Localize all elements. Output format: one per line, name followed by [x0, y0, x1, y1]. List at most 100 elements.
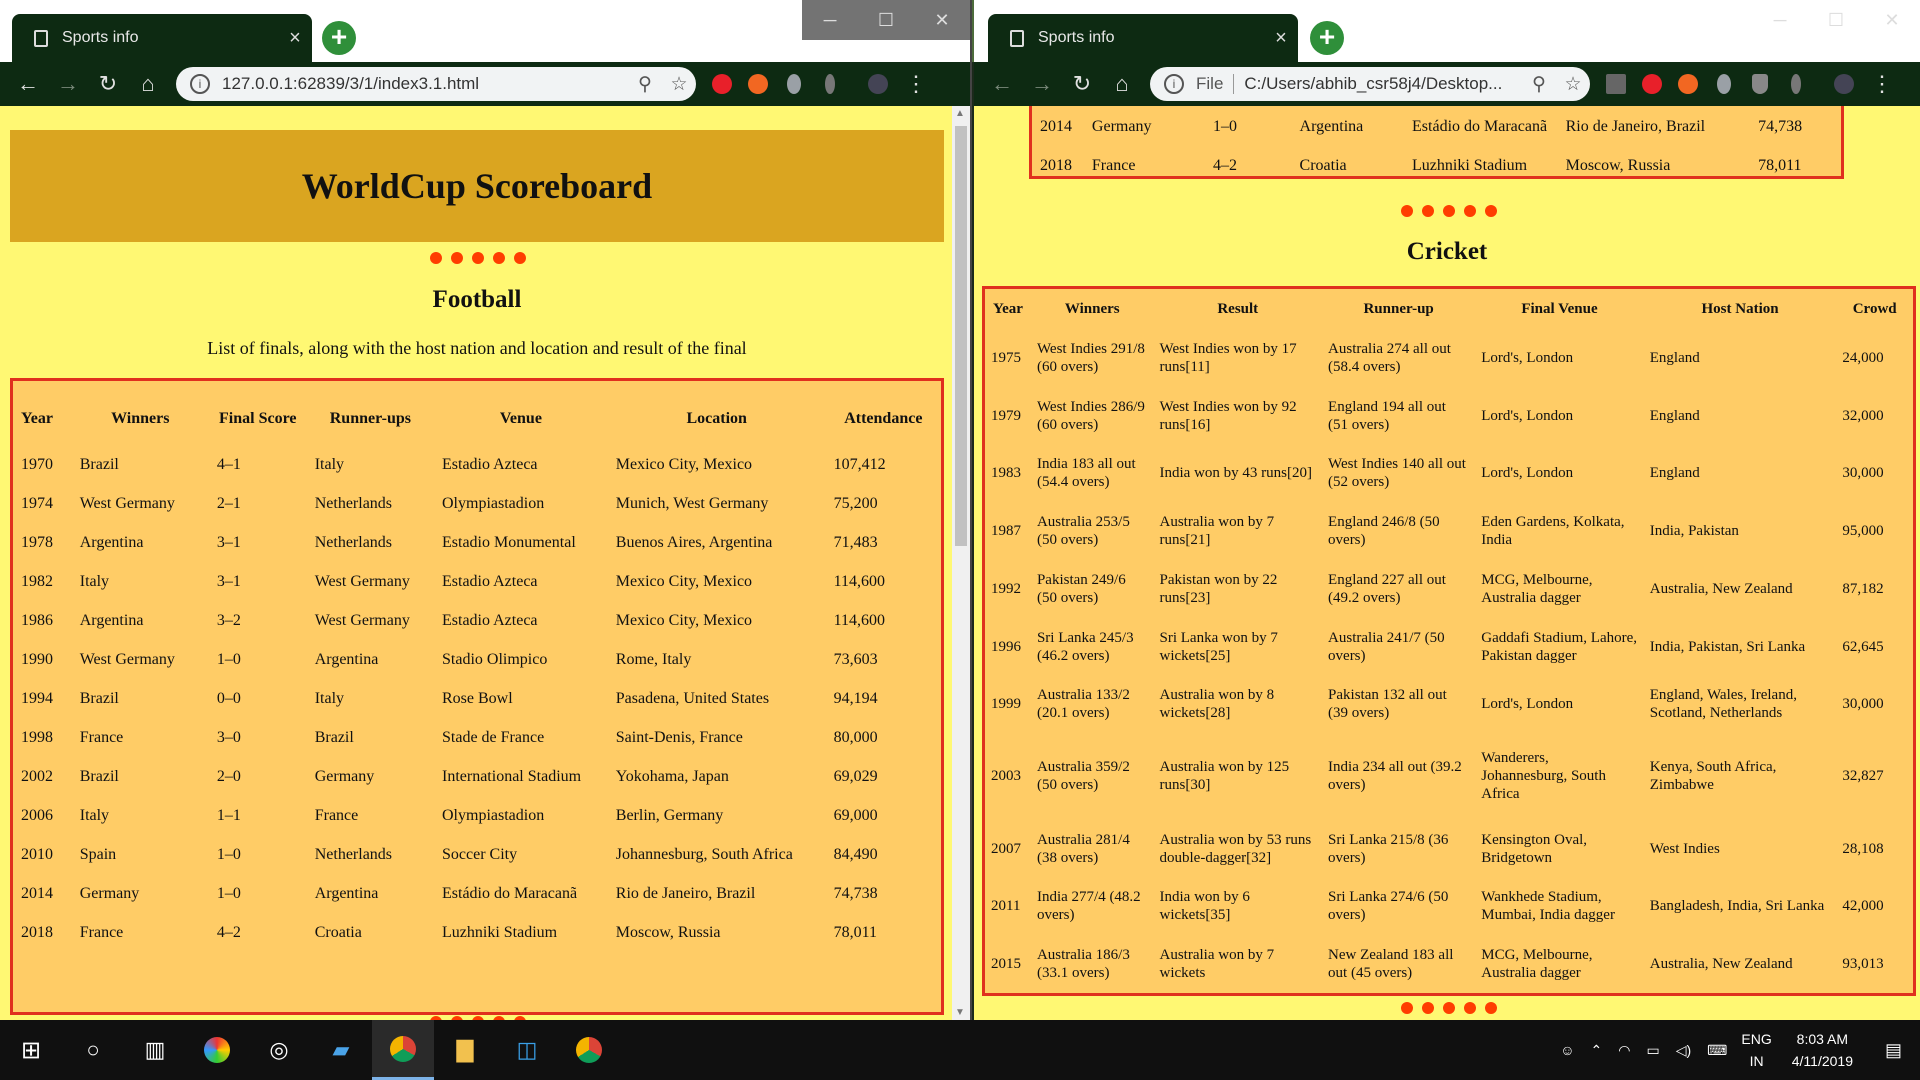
minimize-icon[interactable]: ─	[802, 0, 858, 40]
language-indicator[interactable]: ENG IN	[1735, 1028, 1777, 1072]
address-bar[interactable]: i 127.0.0.1:62839/3/1/index3.1.html ⚲ ☆	[176, 67, 696, 101]
profile-avatar-icon[interactable]	[1826, 72, 1862, 96]
app-icon[interactable]	[186, 1020, 248, 1080]
table-row: 2018 France 4–2 Croatia Luzhniki Stadium Mosc…	[13, 913, 941, 952]
zoom-icon[interactable]: ⚲	[1522, 73, 1556, 96]
browser-tab[interactable]: Sports info ×	[988, 14, 1298, 62]
table-cell: MCG, Melbourne, Australia dagger	[1481, 947, 1593, 982]
extension-icon[interactable]	[740, 72, 776, 96]
browser-tab[interactable]: Sports info ×	[12, 14, 312, 62]
column-header: Winners	[111, 410, 170, 427]
table-cell: 2014	[21, 884, 53, 902]
extension-icon[interactable]	[1778, 72, 1814, 96]
table-cell: 4–2	[216, 923, 241, 941]
wifi-icon[interactable]: ◠	[1610, 1042, 1638, 1059]
table-cell: Germany	[1091, 117, 1152, 135]
extension-icon[interactable]	[812, 72, 848, 96]
table-cell: Pakistan won by 22 runs[23]	[1159, 571, 1278, 606]
reload-icon[interactable]: ↻	[1062, 71, 1102, 97]
table-cell: 1970	[21, 455, 53, 473]
table-cell: Stadio Olimpico	[442, 650, 548, 668]
media-player-icon[interactable]: ◎	[248, 1020, 310, 1080]
windows-start-icon[interactable]: ⊞	[0, 1020, 62, 1080]
table-cell: Lord's, London	[1481, 696, 1574, 713]
new-tab-button[interactable]: +	[1310, 21, 1344, 55]
app-icon[interactable]: ◫	[496, 1020, 558, 1080]
menu-icon[interactable]: ⋮	[1862, 71, 1902, 97]
table-row: 1987 Australia 253/5 (50 overs) Australia …	[985, 502, 1913, 560]
column-header: Runner-ups	[329, 410, 411, 427]
home-icon[interactable]: ⌂	[128, 71, 168, 97]
table-cell: France	[79, 728, 124, 746]
minimize-icon[interactable]: ─	[1752, 0, 1808, 40]
clock[interactable]: 8:03 AM 4/11/2019	[1778, 1028, 1867, 1072]
bookmark-star-icon[interactable]: ☆	[1556, 73, 1590, 96]
file-explorer-icon[interactable]: ▇	[434, 1020, 496, 1080]
shield-icon[interactable]	[1742, 72, 1778, 96]
scrollbar[interactable]: ▲ ▼	[952, 106, 970, 1020]
url-text[interactable]: 127.0.0.1:62839/3/1/index3.1.html	[222, 74, 628, 94]
table-cell: 2011	[991, 898, 1021, 915]
extension-icon[interactable]	[1670, 72, 1706, 96]
close-tab-icon[interactable]: ×	[1264, 27, 1298, 50]
battery-icon[interactable]: ▭	[1639, 1042, 1668, 1059]
keyboard-icon[interactable]: ⌨	[1699, 1042, 1735, 1059]
table-cell: Johannesburg, South Africa	[615, 845, 793, 863]
table-cell: West Germany	[79, 494, 175, 512]
bookmark-star-icon[interactable]: ☆	[662, 73, 696, 96]
scrollbar-thumb[interactable]	[955, 126, 967, 546]
extension-icon[interactable]	[776, 72, 812, 96]
table-cell: 1994	[21, 689, 53, 707]
page-title: WorldCup Scoreboard	[10, 130, 944, 242]
adblock-extension-icon[interactable]	[704, 72, 740, 96]
home-icon[interactable]: ⌂	[1102, 71, 1142, 97]
extension-icon[interactable]	[1706, 72, 1742, 96]
address-bar[interactable]: i File C:/Users/abhib_csr58j4/Desktop...…	[1150, 67, 1590, 101]
info-icon[interactable]: i	[190, 74, 210, 94]
table-cell: Wankhede Stadium, Mumbai, India dagger	[1481, 889, 1615, 924]
decorative-dots	[1401, 205, 1497, 217]
close-window-icon[interactable]: ✕	[1864, 0, 1920, 40]
table-cell: West Indies won by 92 runs[16]	[1159, 398, 1297, 433]
extension-icon[interactable]	[1598, 72, 1634, 96]
back-icon[interactable]: ←	[982, 71, 1022, 97]
table-cell: 1999	[991, 696, 1021, 713]
scroll-down-icon[interactable]: ▼	[955, 1007, 965, 1018]
close-tab-icon[interactable]: ×	[278, 27, 312, 50]
chevron-up-icon[interactable]: ⌃	[1583, 1042, 1611, 1059]
url-text[interactable]: C:/Users/abhib_csr58j4/Desktop...	[1244, 74, 1522, 94]
reload-icon[interactable]: ↻	[88, 71, 128, 97]
table-cell: Mexico City, Mexico	[615, 611, 753, 629]
back-icon[interactable]: ←	[8, 71, 48, 97]
volume-icon[interactable]: ◁)	[1668, 1042, 1699, 1059]
table-cell: France	[314, 806, 359, 824]
zoom-icon[interactable]: ⚲	[628, 73, 662, 96]
table-cell: Estadio Monumental	[442, 533, 576, 551]
close-window-icon[interactable]: ✕	[914, 0, 970, 40]
table-cell: 1982	[21, 572, 53, 590]
chrome-icon[interactable]	[558, 1020, 620, 1080]
table-cell: Lord's, London	[1481, 349, 1574, 366]
people-icon[interactable]: ☺	[1552, 1042, 1582, 1058]
table-row: 1978 Argentina 3–1 Netherlands Estadio Monum…	[13, 523, 941, 562]
football-table-container: 2014 Germany 1–0 Argentina Estádio do Maraca…	[1029, 106, 1844, 179]
task-view-icon[interactable]: ▥	[124, 1020, 186, 1080]
app-icon[interactable]: ▰	[310, 1020, 372, 1080]
maximize-icon[interactable]: ☐	[858, 0, 914, 40]
forward-icon[interactable]: →	[1022, 71, 1062, 97]
notifications-icon[interactable]: ▤	[1867, 1040, 1920, 1061]
menu-icon[interactable]: ⋮	[896, 71, 936, 97]
new-tab-button[interactable]: +	[322, 21, 356, 55]
scroll-up-icon[interactable]: ▲	[955, 108, 965, 119]
search-icon[interactable]: ○	[62, 1020, 124, 1080]
adblock-extension-icon[interactable]	[1634, 72, 1670, 96]
profile-avatar-icon[interactable]	[860, 72, 896, 96]
info-icon[interactable]: i	[1164, 74, 1184, 94]
table-cell: England	[1649, 407, 1700, 424]
forward-icon[interactable]: →	[48, 71, 88, 97]
maximize-icon[interactable]: ☐	[1808, 0, 1864, 40]
table-cell: 2003	[991, 768, 1021, 785]
football-table-container: Year Winners Final Score Runner-ups Venue Loc…	[10, 378, 944, 1015]
chrome-icon[interactable]	[372, 1020, 434, 1080]
column-header: Location	[686, 410, 747, 427]
